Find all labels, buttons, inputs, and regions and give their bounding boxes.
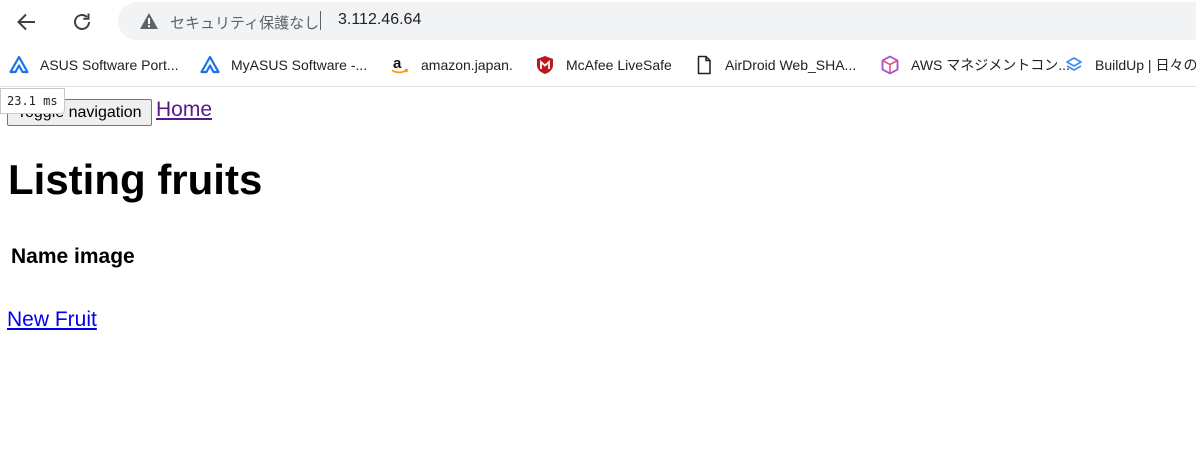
bookmarks-bar: ASUS Software Port... MyASUS Software -.… [0, 44, 1196, 87]
document-icon [694, 55, 714, 75]
bookmark-airdroid-web[interactable]: AirDroid Web_SHA... [694, 54, 856, 76]
bookmark-myasus-software[interactable]: MyASUS Software -... [200, 54, 367, 76]
security-status-label[interactable]: セキュリティ保護なし [170, 12, 319, 33]
home-link[interactable]: Home [156, 98, 212, 122]
bookmark-label: amazon.japan. [421, 57, 513, 73]
bookmark-label: MyASUS Software -... [231, 57, 368, 73]
reload-button[interactable] [65, 5, 99, 39]
browser-toolbar: セキュリティ保護なし 3.112.46.64 [0, 0, 1196, 44]
address-bar[interactable]: セキュリティ保護なし 3.112.46.64 [118, 2, 1196, 40]
bookmark-buildup[interactable]: BuildUp | 日々の [1064, 54, 1196, 76]
amazon-icon: a [390, 55, 410, 75]
reload-icon [71, 11, 93, 33]
not-secure-warning-icon[interactable] [139, 12, 159, 35]
bookmark-label: AWS マネジメントコン... [911, 57, 1070, 73]
bookmark-label: BuildUp | 日々の [1095, 57, 1196, 73]
bookmark-label: AirDroid Web_SHA... [725, 57, 857, 73]
bookmark-mcafee-livesafe[interactable]: McAfee LiveSafe [535, 54, 672, 76]
bookmark-aws-management-console[interactable]: AWS マネジメントコン... [880, 54, 1070, 76]
buildup-icon [1064, 55, 1084, 75]
bookmark-label: ASUS Software Port... [40, 57, 179, 73]
asus-triangle-icon [200, 55, 220, 75]
omnibox-divider [320, 11, 321, 30]
mcafee-shield-icon [535, 55, 555, 75]
url-text[interactable]: 3.112.46.64 [338, 11, 421, 29]
asus-triangle-icon [9, 55, 29, 75]
back-button[interactable] [9, 5, 43, 39]
new-fruit-link[interactable]: New Fruit [7, 308, 97, 332]
aws-cube-icon [880, 55, 900, 75]
back-arrow-icon [15, 11, 37, 33]
render-timing-badge: 23.1 ms [0, 88, 65, 114]
page-title: Listing fruits [8, 156, 263, 203]
svg-text:a: a [393, 55, 402, 72]
bookmark-label: McAfee LiveSafe [566, 57, 672, 73]
bookmark-amazon-japan[interactable]: a amazon.japan. [390, 54, 513, 76]
bookmark-asus-software-portal[interactable]: ASUS Software Port... [9, 54, 179, 76]
table-header-name-image: Name image [11, 245, 135, 268]
